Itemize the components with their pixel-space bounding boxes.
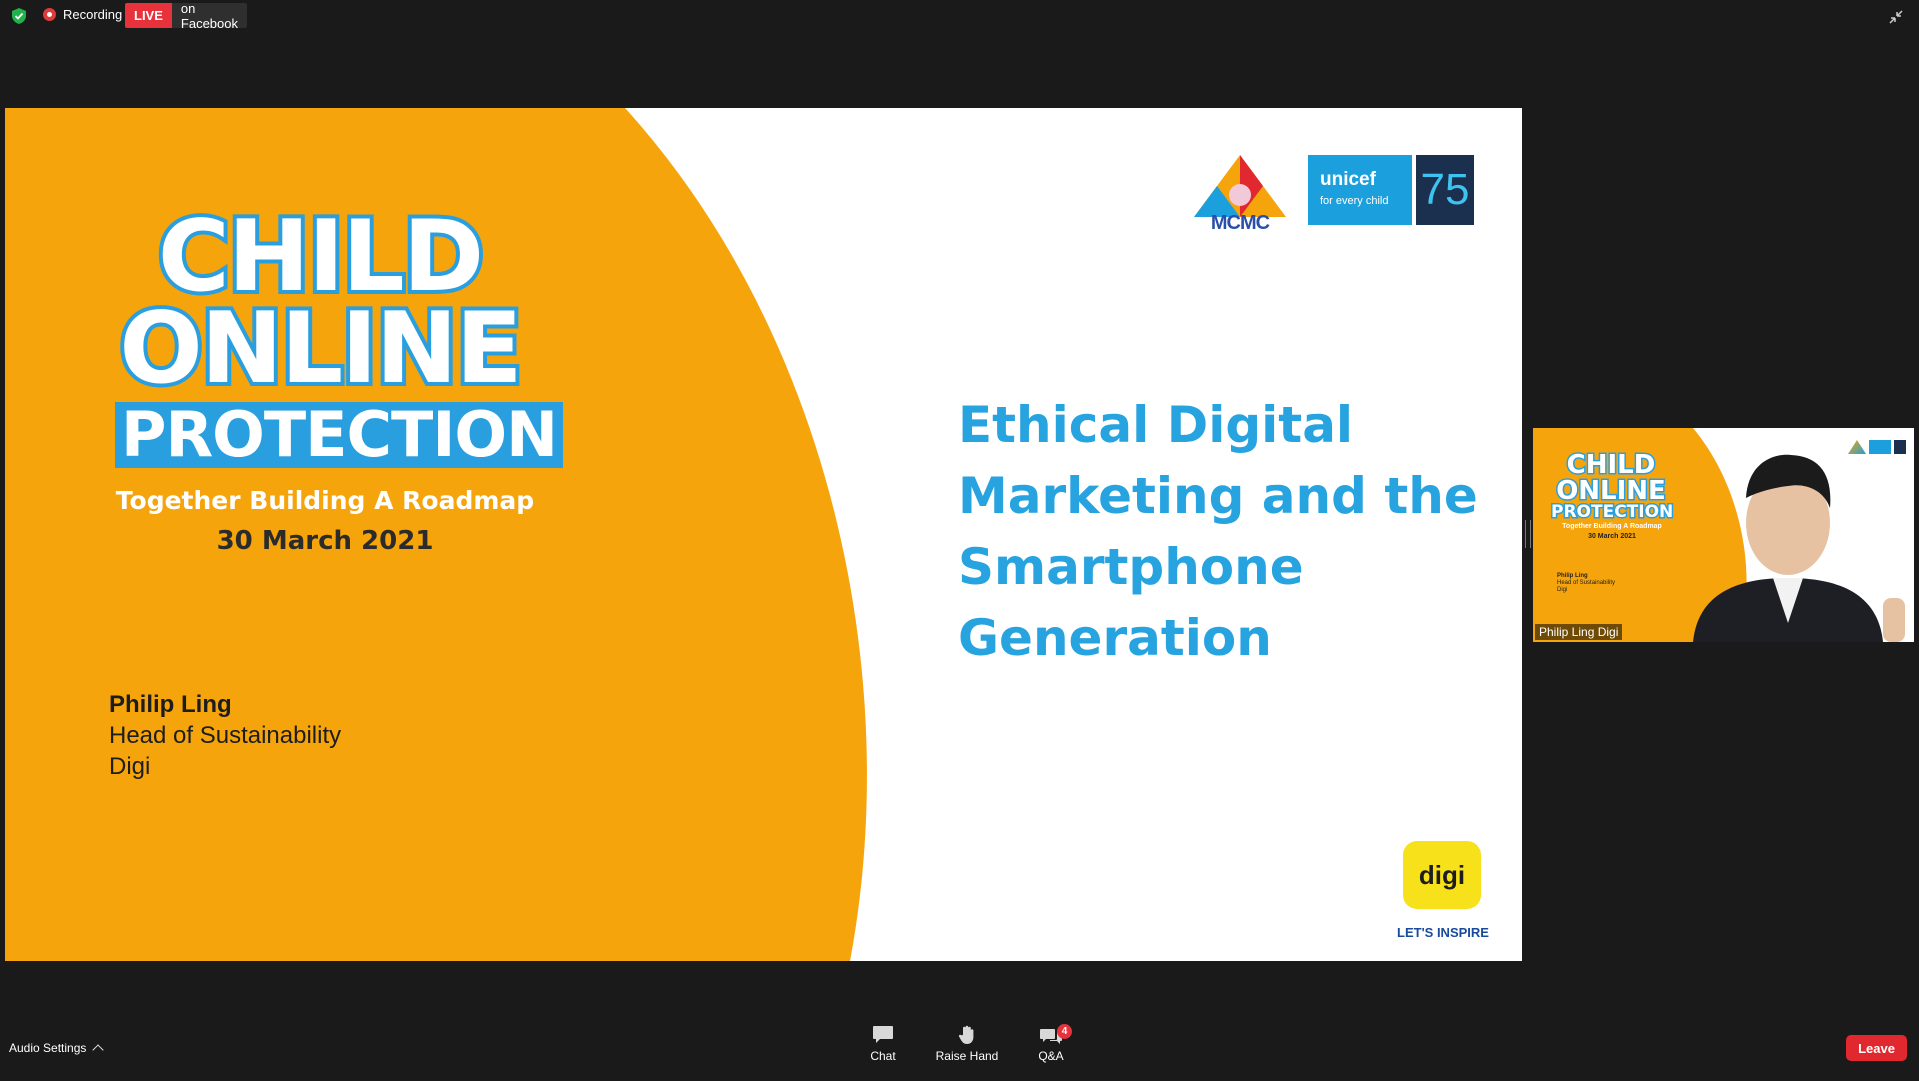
event-title-line2: ONLINE bbox=[115, 292, 526, 406]
mcmc-logo: MCMC bbox=[1190, 155, 1290, 235]
audio-settings-label: Audio Settings bbox=[9, 1041, 87, 1055]
raise-hand-button[interactable]: Raise Hand bbox=[932, 1025, 1002, 1063]
event-subtitle: Together Building A Roadmap bbox=[115, 486, 535, 515]
video-slide-subtitle: Together Building A Roadmap bbox=[1562, 523, 1662, 530]
video-slide-speaker: Philip Ling Head of Sustainability Digi bbox=[1557, 573, 1615, 595]
video-speaker-role: Head of Sustainability bbox=[1557, 580, 1616, 587]
event-title-line3: PROTECTION bbox=[115, 402, 563, 468]
video-unicef-logo bbox=[1869, 440, 1891, 454]
video-slide-title: CHILD ONLINE PROTECTION bbox=[1550, 450, 1675, 523]
live-stream-indicator[interactable]: LIVE on Facebook bbox=[125, 1, 247, 31]
chat-icon bbox=[873, 1026, 893, 1043]
mcmc-triangle-icon bbox=[1194, 155, 1286, 217]
video-75-logo bbox=[1894, 440, 1906, 454]
audio-settings-button[interactable]: Audio Settings bbox=[9, 1041, 105, 1056]
unicef-tagline: for every child bbox=[1320, 195, 1389, 207]
event-date: 30 March 2021 bbox=[216, 526, 434, 556]
speaker-name: Philip Ling bbox=[109, 691, 232, 718]
chat-button[interactable]: Chat bbox=[848, 1025, 918, 1063]
qa-button[interactable]: 4 Q&A bbox=[1016, 1024, 1086, 1063]
video-slide-date: 30 March 2021 bbox=[1588, 533, 1636, 540]
raise-hand-label: Raise Hand bbox=[935, 1049, 999, 1063]
speaker-org: Digi bbox=[109, 753, 151, 780]
leave-button[interactable]: Leave bbox=[1846, 1035, 1907, 1061]
video-title-line3: PROTECTION bbox=[1550, 502, 1675, 522]
security-shield-icon[interactable] bbox=[12, 8, 26, 24]
chevron-up-icon bbox=[92, 1044, 105, 1056]
recording-indicator[interactable]: Recording bbox=[43, 7, 122, 22]
talk-title: Ethical Digital Marketing and the Smartp… bbox=[958, 396, 1478, 667]
video-slide-logos bbox=[1848, 440, 1906, 454]
chat-label: Chat bbox=[870, 1049, 896, 1063]
digi-tagline: LET'S INSPIRE bbox=[1397, 925, 1489, 940]
video-title-line1: CHILD bbox=[1565, 450, 1657, 480]
unicef-75-logo: 75 bbox=[1416, 155, 1474, 225]
video-speaker-org: Digi bbox=[1557, 587, 1568, 594]
exit-fullscreen-icon[interactable] bbox=[1889, 10, 1903, 24]
digi-logo: digi bbox=[1403, 841, 1481, 909]
shared-screen-slide: CHILD ONLINE PROTECTION Together Buildin… bbox=[5, 108, 1522, 961]
mcmc-logo-text: MCMC bbox=[1210, 212, 1270, 234]
speaker-role: Head of Sustainability bbox=[109, 722, 342, 749]
unicef-logo-text: unicef bbox=[1320, 169, 1376, 190]
video-mcmc-logo bbox=[1848, 440, 1866, 454]
partner-logos: MCMC unicef for every child 75 bbox=[1190, 155, 1474, 235]
qa-label: Q&A bbox=[1038, 1049, 1064, 1063]
qa-badge-count: 4 bbox=[1057, 1024, 1072, 1039]
event-title: CHILD ONLINE PROTECTION bbox=[115, 204, 563, 468]
participant-name-label: Philip Ling Digi bbox=[1535, 624, 1623, 640]
zoom-webinar-window: Recording LIVE on Facebook CHILD ONLINE … bbox=[0, 0, 1919, 1081]
recording-label: Recording bbox=[63, 7, 123, 22]
participant-video-tile[interactable]: CHILD ONLINE PROTECTION Together Buildin… bbox=[1533, 428, 1914, 642]
live-destination: on Facebook bbox=[171, 1, 247, 31]
live-badge: LIVE bbox=[125, 3, 172, 28]
video-title-line2: ONLINE bbox=[1555, 476, 1668, 506]
unicef-logo: unicef for every child bbox=[1308, 155, 1412, 225]
raise-hand-icon bbox=[958, 1025, 974, 1044]
record-icon bbox=[43, 8, 56, 21]
panel-resize-handle[interactable] bbox=[1525, 520, 1531, 548]
video-speaker-name: Philip Ling bbox=[1557, 573, 1588, 579]
